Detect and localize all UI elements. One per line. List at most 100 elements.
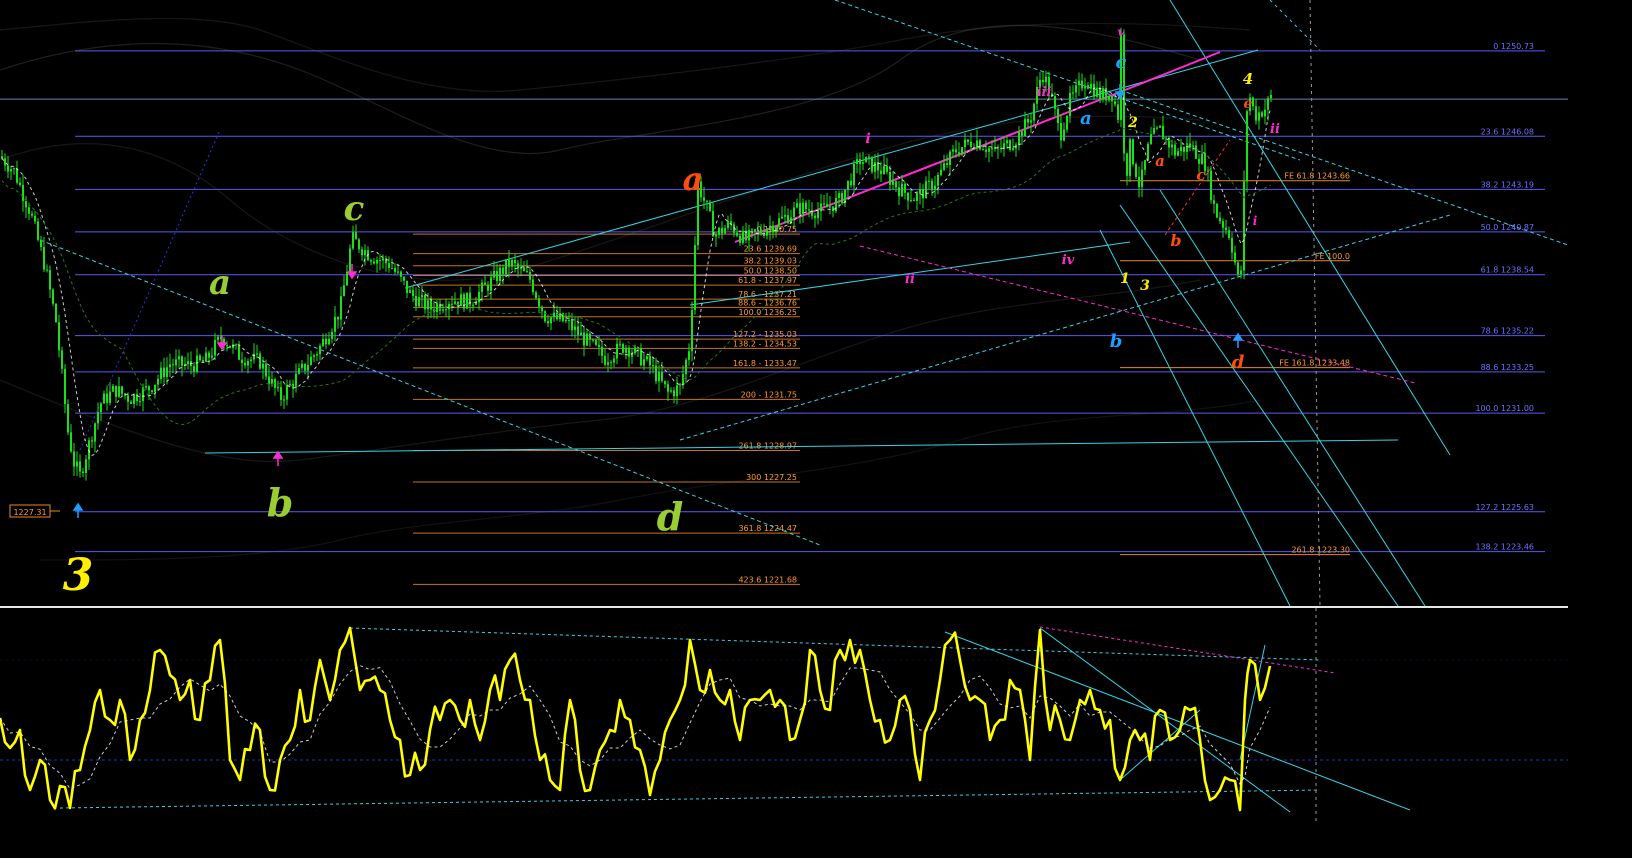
candle-body <box>772 225 774 233</box>
candle-body <box>802 202 804 215</box>
candle-body <box>754 229 756 232</box>
candle-body <box>148 386 150 391</box>
candle-body <box>37 221 39 240</box>
candle-body <box>925 181 927 199</box>
candle-body <box>7 165 9 172</box>
candle-body <box>1084 85 1086 89</box>
candle-body <box>682 374 684 385</box>
candle-body <box>133 394 135 404</box>
candle-body <box>421 294 423 298</box>
candle-body <box>115 385 117 397</box>
wave-label: b <box>1170 231 1181 250</box>
candle-body <box>652 365 654 367</box>
candle-body <box>445 309 447 311</box>
candle-body <box>397 271 399 273</box>
candle-body <box>259 353 261 369</box>
candle-body <box>484 282 486 285</box>
candle-body <box>286 385 288 400</box>
candle-body <box>1069 92 1071 117</box>
candle-body <box>616 343 618 359</box>
candle-body <box>1102 88 1104 100</box>
candle-body <box>316 354 318 356</box>
candle-body <box>667 384 669 392</box>
candle-body <box>532 279 534 293</box>
candle-body <box>481 282 483 292</box>
candle-body <box>529 271 531 280</box>
ext-level-label: 127.2 - 1235.03 <box>733 330 797 339</box>
candle-body <box>1153 128 1155 135</box>
candle-body <box>382 258 384 261</box>
wave-label: ii <box>905 272 915 287</box>
candle-body <box>1027 118 1029 123</box>
candle-body <box>106 393 108 403</box>
candle-body <box>607 362 609 365</box>
candle-body <box>304 363 306 371</box>
candle-body <box>1057 108 1059 124</box>
candle-body <box>880 170 882 174</box>
candle-body <box>595 340 597 345</box>
candle-body <box>1018 131 1020 145</box>
candle-body <box>943 163 945 170</box>
candle-body <box>817 211 819 219</box>
fib-level-label: 0 1250.73 <box>1493 42 1534 51</box>
candle-body <box>349 248 351 272</box>
candle-body <box>841 193 843 204</box>
candle-body <box>280 387 282 400</box>
wave-label: c <box>1116 52 1127 73</box>
candle-body <box>517 263 519 269</box>
candle-body <box>850 180 852 186</box>
candle-body <box>505 259 507 274</box>
candle-body <box>442 309 444 311</box>
candle-body <box>685 359 687 375</box>
candle-body <box>898 187 900 197</box>
candle-body <box>958 152 960 155</box>
candle-body <box>160 367 162 379</box>
candle-body <box>664 380 666 385</box>
candle-body <box>805 202 807 210</box>
candle-body <box>34 215 36 222</box>
candle-body <box>463 294 465 309</box>
candle-body <box>1228 230 1230 239</box>
candle-body <box>928 180 930 182</box>
fib-level-label: 127.2 1225.63 <box>1475 503 1534 512</box>
candle-body <box>982 149 984 151</box>
candle-body <box>886 166 888 173</box>
candle-body <box>310 356 312 366</box>
candle-body <box>235 344 237 346</box>
candle-body <box>19 182 21 185</box>
candle-body <box>436 303 438 313</box>
candle-body <box>331 331 333 339</box>
candle-body <box>1087 85 1089 89</box>
candle-body <box>709 201 711 211</box>
candle-body <box>940 169 942 175</box>
ext-level-label: 100.0 1236.25 <box>738 308 797 317</box>
candle-body <box>361 249 363 256</box>
candle-body <box>283 399 285 401</box>
candle-body <box>1255 106 1257 121</box>
candle-body <box>415 296 417 307</box>
candle-body <box>946 163 948 165</box>
candle-body <box>523 267 525 272</box>
candle-body <box>430 300 432 310</box>
candle-body <box>670 390 672 392</box>
candle-body <box>565 320 567 322</box>
candle-body <box>28 207 30 214</box>
candle-body <box>583 332 585 346</box>
candle-body <box>91 440 93 442</box>
wave-label: iv <box>1062 253 1075 268</box>
candle-body <box>625 347 627 353</box>
candle-body <box>1099 87 1101 100</box>
candle-body <box>979 140 981 150</box>
candle-body <box>547 321 549 324</box>
candle-body <box>736 232 738 236</box>
candle-body <box>121 386 123 394</box>
wave-label: d <box>1232 352 1245 373</box>
fib-level-label: 78.6 1235.22 <box>1481 327 1534 336</box>
fe-level-label: FE 161.8 1233.48 <box>1279 359 1350 368</box>
candle-body <box>643 359 645 366</box>
candle-body <box>1060 123 1062 141</box>
fe-level-label: 261.8 1223.30 <box>1291 546 1350 555</box>
candle-body <box>1075 85 1077 93</box>
candle-body <box>394 268 396 272</box>
ext-level-label: 423.6 1221.68 <box>738 575 797 584</box>
